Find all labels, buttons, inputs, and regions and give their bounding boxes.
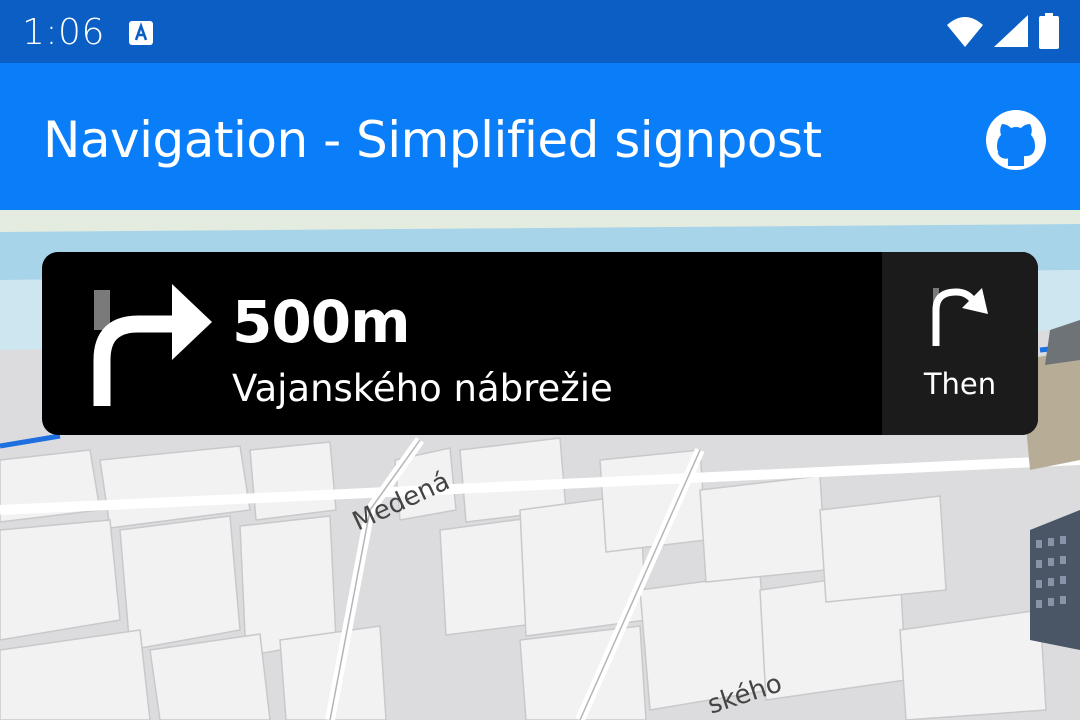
github-icon[interactable] bbox=[984, 108, 1048, 172]
turn-right-small-icon bbox=[932, 288, 988, 346]
app-title: Navigation - Simplified signpost bbox=[43, 111, 822, 169]
wifi-icon bbox=[947, 17, 983, 47]
status-time: 1:06 bbox=[22, 12, 105, 53]
accessibility-a-icon bbox=[129, 21, 153, 45]
next-maneuver-panel: Then bbox=[882, 252, 1038, 435]
battery-icon bbox=[1039, 13, 1059, 49]
turn-right-arrow-icon bbox=[93, 284, 212, 406]
app-bar: Navigation - Simplified signpost bbox=[0, 63, 1080, 210]
status-bar: 1:06 bbox=[0, 0, 1080, 63]
maneuver-distance: 500m bbox=[232, 288, 411, 356]
maneuver-street: Vajanského nábrežie bbox=[232, 367, 613, 410]
signal-icon bbox=[994, 15, 1028, 47]
signpost-panel: 500m Vajanského nábrežie Then bbox=[42, 252, 1038, 435]
then-label: Then bbox=[923, 367, 997, 401]
